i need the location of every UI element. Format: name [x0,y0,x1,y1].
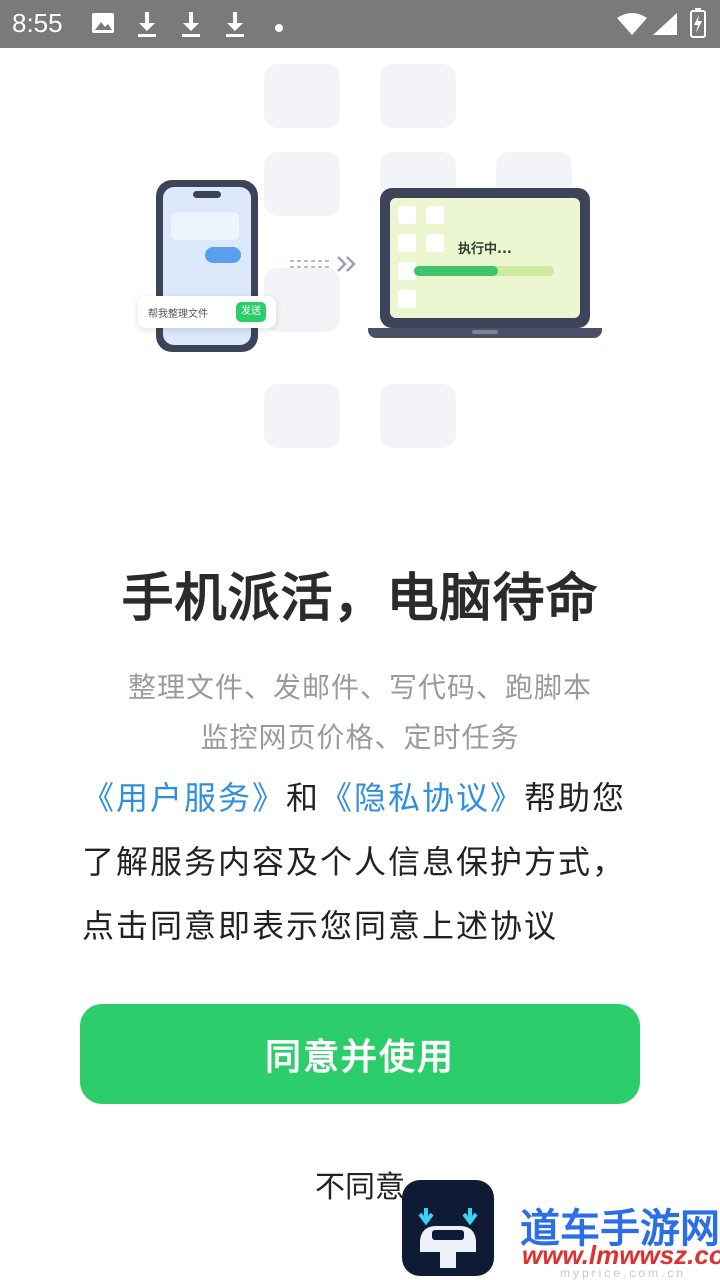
phone-prompt-text: 帮我整理文件 [148,309,208,320]
download-icon [134,10,160,42]
laptop-progress-track [414,266,554,276]
hero-illustration: 帮我整理文件 发送 执行中... [0,48,720,468]
download-icon [222,10,248,42]
watermark-tiny-url: mypricе.com.cn [560,1266,687,1280]
battery-charging-icon [690,8,706,42]
status-time: 8:55 [12,8,63,38]
wifi-icon [616,12,648,40]
transfer-arrow-icon [288,254,360,278]
laptop-status-text: 执行中... [458,242,512,257]
feature-list-line-2: 监控网页价格、定时任务 [200,721,520,754]
image-icon [90,10,116,40]
watermark-logo [402,1180,494,1276]
agreement-and: 和 [286,779,321,817]
phone-send-badge: 发送 [236,302,266,322]
agree-and-use-button[interactable]: 同意并使用 [80,1004,640,1104]
user-service-link[interactable]: 《用户服务》 [82,779,286,817]
dot-icon [274,18,284,37]
laptop-progress-fill [414,266,498,276]
status-bar: 8:55 [0,0,720,48]
feature-list-line-1: 整理文件、发邮件、写代码、跑脚本 [127,671,592,704]
page-title: 手机派活，电脑待命 [121,569,599,629]
laptop-graphic: 执行中... [380,188,590,328]
download-icon [178,10,204,42]
privacy-policy-link[interactable]: 《隐私协议》 [320,779,524,817]
signal-icon [652,12,678,40]
laptop-base [368,328,602,338]
agreement-text: 《用户服务》和《隐私协议》帮助您了解服务内容及个人信息保护方式，点击同意即表示您… [82,766,642,958]
phone-prompt-chip: 帮我整理文件 发送 [138,296,276,328]
